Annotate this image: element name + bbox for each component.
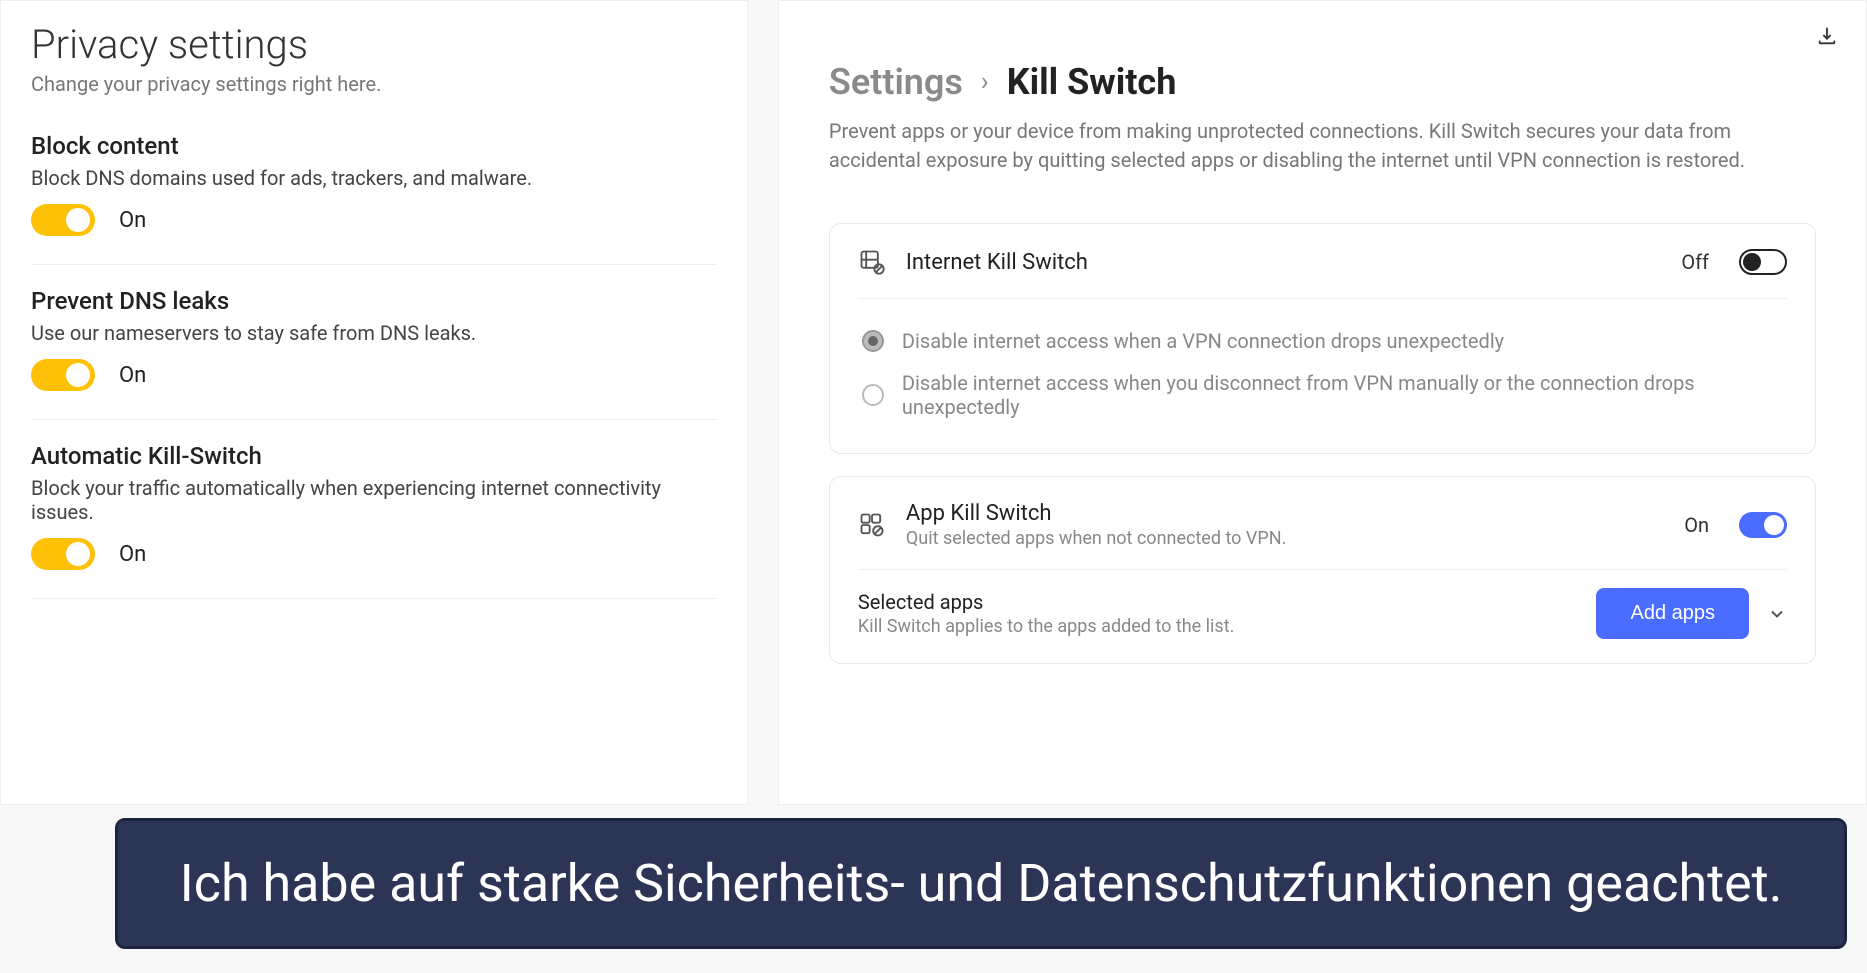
- internet-ks-options: Disable internet access when a VPN conne…: [858, 298, 1787, 429]
- app-ks-state-label: On: [1684, 513, 1709, 537]
- internet-ks-title: Internet Kill Switch: [906, 250, 1661, 275]
- toggle-block-content[interactable]: [31, 204, 95, 236]
- radio-option-manual-or-drop[interactable]: Disable internet access when you disconn…: [858, 363, 1787, 429]
- toggle-state-label: On: [119, 542, 146, 567]
- setting-title: Prevent DNS leaks: [31, 287, 717, 315]
- chevron-right-icon: ›: [981, 67, 989, 97]
- radio-option-auto-drop[interactable]: Disable internet access when a VPN conne…: [858, 321, 1787, 363]
- selected-apps-title: Selected apps: [858, 590, 1579, 614]
- breadcrumb-current: Kill Switch: [1007, 61, 1177, 103]
- setting-prevent-dns: Prevent DNS leaks Use our nameservers to…: [31, 287, 717, 420]
- selected-apps-desc: Kill Switch applies to the apps added to…: [858, 616, 1579, 637]
- export-icon[interactable]: [1816, 25, 1838, 47]
- setting-desc: Block your traffic automatically when ex…: [31, 476, 717, 524]
- setting-desc: Block DNS domains used for ads, trackers…: [31, 166, 717, 190]
- internet-ks-state-label: Off: [1681, 250, 1709, 274]
- privacy-settings-panel: Privacy settings Change your privacy set…: [0, 0, 748, 805]
- page-description: Prevent apps or your device from making …: [829, 117, 1816, 175]
- setting-block-content: Block content Block DNS domains used for…: [31, 132, 717, 265]
- breadcrumb-settings[interactable]: Settings: [829, 61, 963, 103]
- breadcrumb: Settings › Kill Switch: [829, 61, 1816, 103]
- page-subtitle: Change your privacy settings right here.: [31, 72, 717, 96]
- toggle-prevent-dns[interactable]: [31, 359, 95, 391]
- setting-title: Block content: [31, 132, 717, 160]
- app-ks-desc: Quit selected apps when not connected to…: [906, 528, 1664, 549]
- app-ks-toggle[interactable]: [1739, 512, 1787, 538]
- radio-label: Disable internet access when a VPN conne…: [902, 329, 1504, 353]
- chevron-down-icon[interactable]: [1767, 604, 1787, 624]
- internet-kill-switch-card: Internet Kill Switch Off Disable interne…: [829, 223, 1816, 454]
- toggle-state-label: On: [119, 363, 146, 388]
- internet-ks-toggle[interactable]: [1739, 249, 1787, 275]
- radio-label: Disable internet access when you disconn…: [902, 371, 1787, 419]
- selected-apps-row: Selected apps Kill Switch applies to the…: [858, 569, 1787, 639]
- setting-auto-kill-switch: Automatic Kill-Switch Block your traffic…: [31, 442, 717, 599]
- kill-switch-panel: Settings › Kill Switch Prevent apps or y…: [778, 0, 1867, 805]
- app-kill-switch-card: App Kill Switch Quit selected apps when …: [829, 476, 1816, 664]
- radio-icon: [862, 384, 884, 406]
- add-apps-button[interactable]: Add apps: [1596, 588, 1749, 639]
- app-ks-title: App Kill Switch: [906, 501, 1664, 526]
- toggle-state-label: On: [119, 208, 146, 233]
- page-title: Privacy settings: [31, 21, 717, 68]
- setting-title: Automatic Kill-Switch: [31, 442, 717, 470]
- apps-block-icon: [858, 511, 886, 539]
- globe-block-icon: [858, 248, 886, 276]
- setting-desc: Use our nameservers to stay safe from DN…: [31, 321, 717, 345]
- radio-icon: [862, 330, 884, 352]
- toggle-auto-kill-switch[interactable]: [31, 538, 95, 570]
- caption-banner: Ich habe auf starke Sicherheits- und Dat…: [115, 818, 1847, 949]
